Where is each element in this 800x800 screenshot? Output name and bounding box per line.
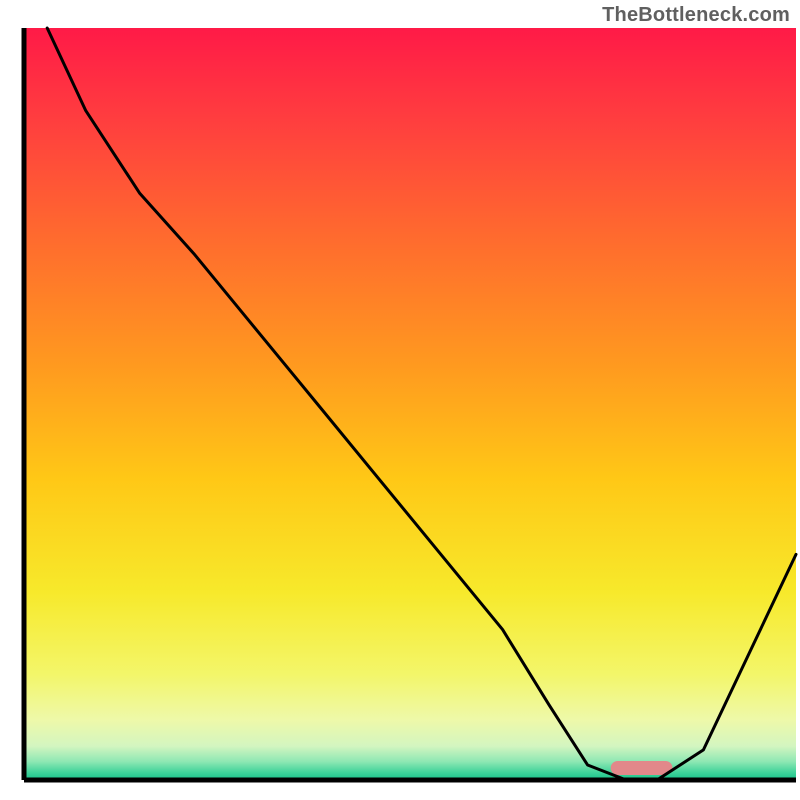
optimal-marker [611, 761, 673, 775]
chart-svg [0, 0, 800, 800]
plot-background [24, 28, 796, 780]
bottleneck-chart: TheBottleneck.com [0, 0, 800, 800]
watermark-text: TheBottleneck.com [602, 4, 790, 27]
